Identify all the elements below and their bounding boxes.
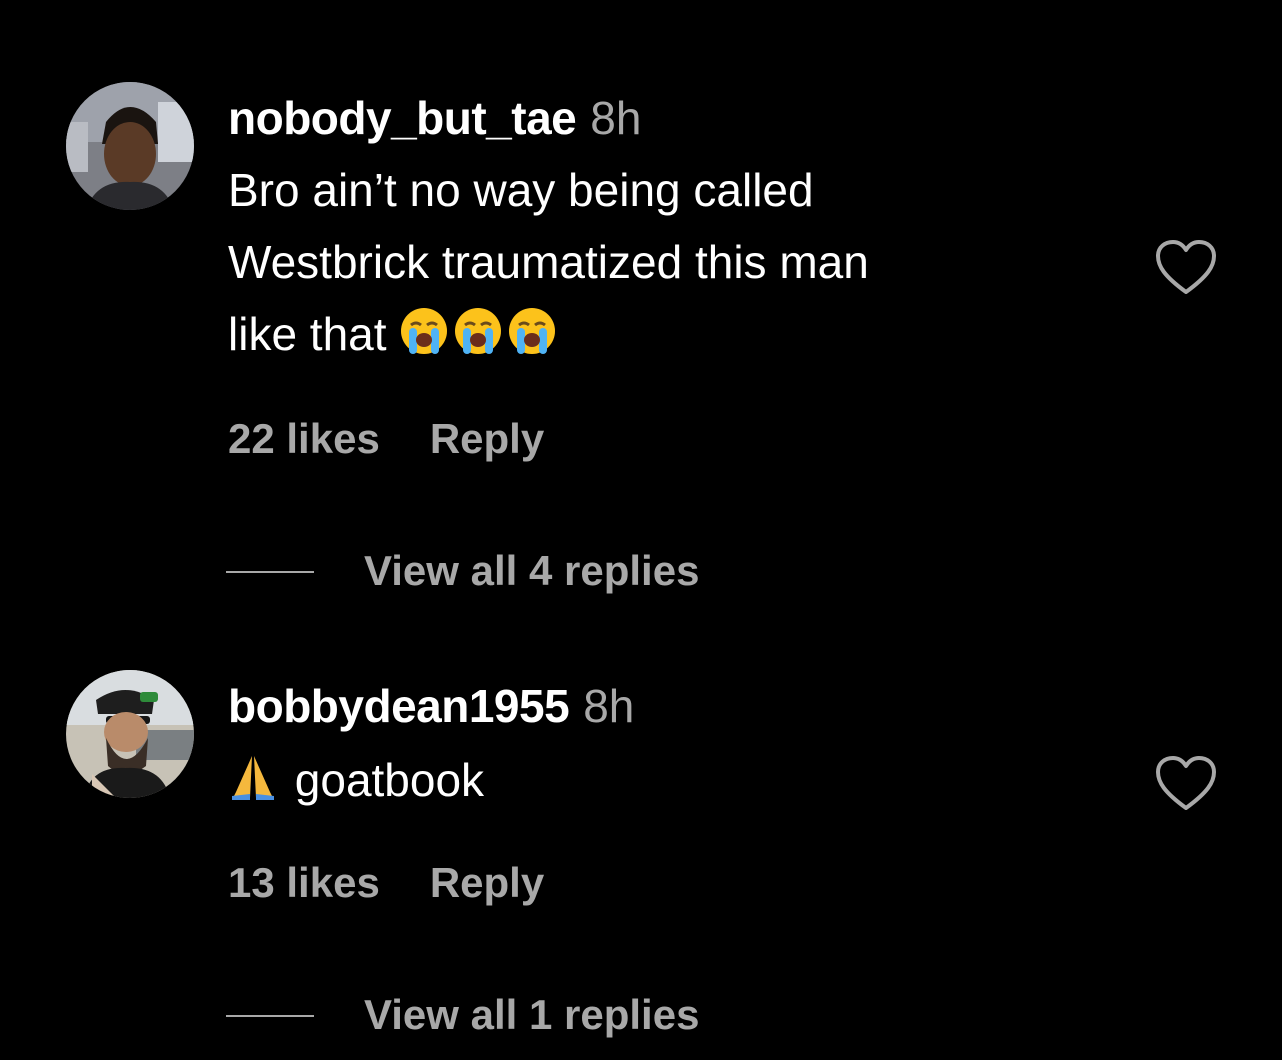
username[interactable]: nobody_but_tae xyxy=(228,92,577,144)
timestamp: 8h xyxy=(590,92,642,144)
view-replies-label[interactable]: View all 4 replies xyxy=(364,546,699,596)
loudly-crying-face-icon xyxy=(399,306,449,356)
folded-hands-icon xyxy=(228,752,278,802)
comment-actions: 22 likes Reply xyxy=(228,414,544,464)
reply-button[interactable]: Reply xyxy=(430,859,544,906)
view-replies-button[interactable]: View all 4 replies xyxy=(226,546,786,596)
comment-header: bobbydean1955 8h xyxy=(228,678,634,734)
likes-count[interactable]: 13 likes xyxy=(228,859,380,906)
comment-item: nobody_but_tae 8h Bro ain’t no way being … xyxy=(0,0,1282,620)
avatar[interactable] xyxy=(66,670,194,798)
comment-text-line: Bro ain’t no way being called xyxy=(228,164,814,216)
comment-item: bobbydean1955 8h goatbook 13 likes Reply V… xyxy=(0,620,1282,1060)
likes-count[interactable]: 22 likes xyxy=(228,415,380,462)
username[interactable]: bobbydean1955 xyxy=(228,680,570,732)
heart-outline-icon[interactable] xyxy=(1154,238,1218,296)
view-replies-label[interactable]: View all 1 replies xyxy=(364,990,699,1040)
timestamp: 8h xyxy=(583,680,635,732)
comment-actions: 13 likes Reply xyxy=(228,858,544,908)
comment-text-segment: goatbook xyxy=(294,754,485,806)
avatar[interactable] xyxy=(66,82,194,210)
comment-header: nobody_but_tae 8h xyxy=(228,90,641,146)
divider xyxy=(226,571,314,573)
comment-text: goatbook xyxy=(228,744,1108,816)
loudly-crying-face-icon xyxy=(507,306,557,356)
comment-text-line: like that xyxy=(228,298,1108,370)
heart-outline-icon[interactable] xyxy=(1154,754,1218,812)
comment-text: Bro ain’t no way being called Westbrick … xyxy=(228,154,1108,370)
comment-text-segment: like that xyxy=(228,308,387,360)
loudly-crying-face-icon xyxy=(453,306,503,356)
divider xyxy=(226,1015,314,1017)
reply-button[interactable]: Reply xyxy=(430,415,544,462)
comment-text-line: Westbrick traumatized this man xyxy=(228,236,869,288)
comment-text-line: goatbook xyxy=(228,744,1108,816)
view-replies-button[interactable]: View all 1 replies xyxy=(226,990,786,1040)
